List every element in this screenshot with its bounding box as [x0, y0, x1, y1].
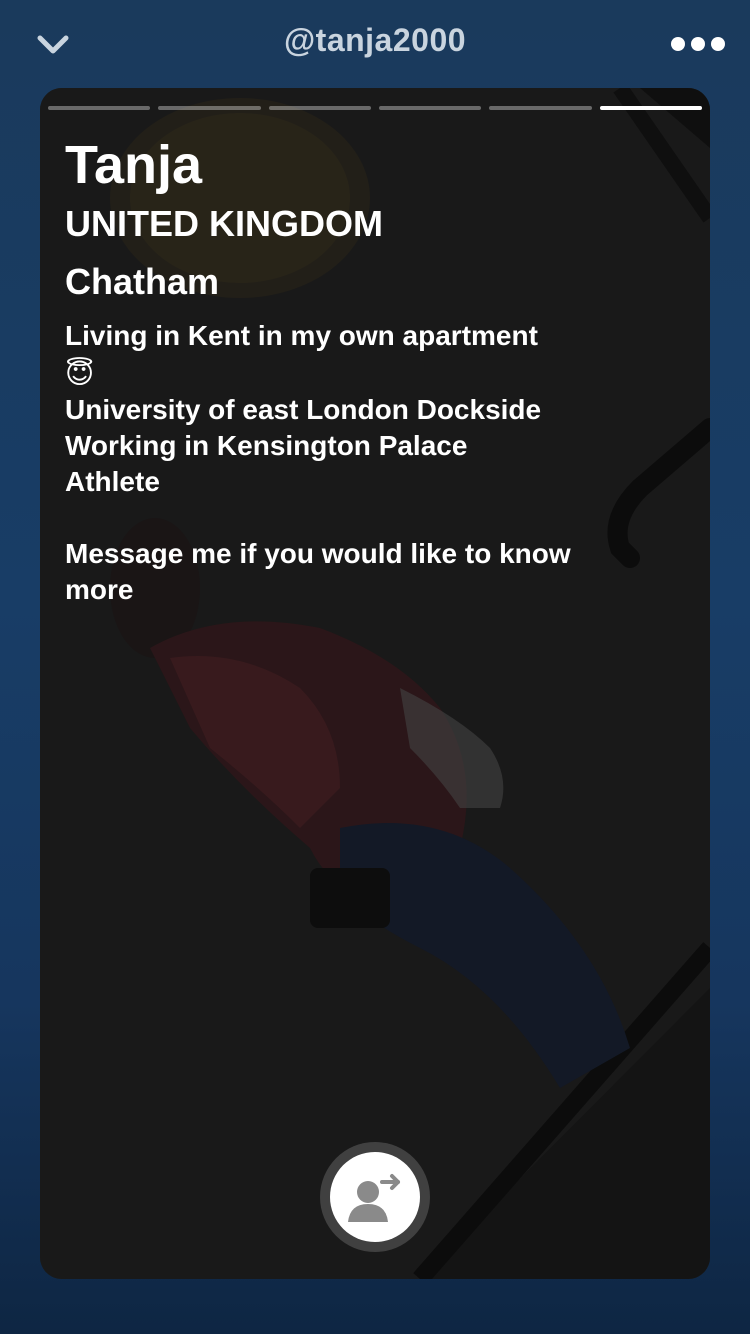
smiling-face-with-halo-emoji: 😇 [65, 357, 95, 389]
add-contact-icon [348, 1174, 400, 1222]
profile-info: Tanja UNITED KINGDOM Chatham Living in K… [65, 138, 625, 608]
bio-text: University of east London Dockside Worki… [65, 393, 571, 605]
progress-segment [48, 106, 151, 110]
top-bar: @tanja2000 [0, 0, 750, 88]
profile-bio: Living in Kent in my own apartment 😇 Uni… [65, 318, 625, 608]
profile-name: Tanja [65, 135, 203, 195]
progress-segment [158, 106, 261, 110]
profile-story-card[interactable]: Tanja UNITED KINGDOM Chatham Living in K… [40, 88, 710, 1279]
profile-country: UNITED KINGDOM [65, 203, 383, 244]
progress-segment [489, 106, 592, 110]
add-contact-button[interactable] [320, 1142, 430, 1252]
add-contact-button-face[interactable] [330, 1152, 420, 1242]
page-title: @tanja2000 [283, 22, 467, 58]
profile-city: Chatham [65, 261, 220, 302]
progress-segment [268, 106, 371, 110]
progress-segment-active [599, 106, 702, 110]
progress-segment [378, 106, 482, 110]
bio-line: Living in Kent in my own apartment [65, 320, 538, 351]
story-progress-bar [48, 106, 702, 110]
more-dots-icon[interactable] [670, 32, 726, 56]
